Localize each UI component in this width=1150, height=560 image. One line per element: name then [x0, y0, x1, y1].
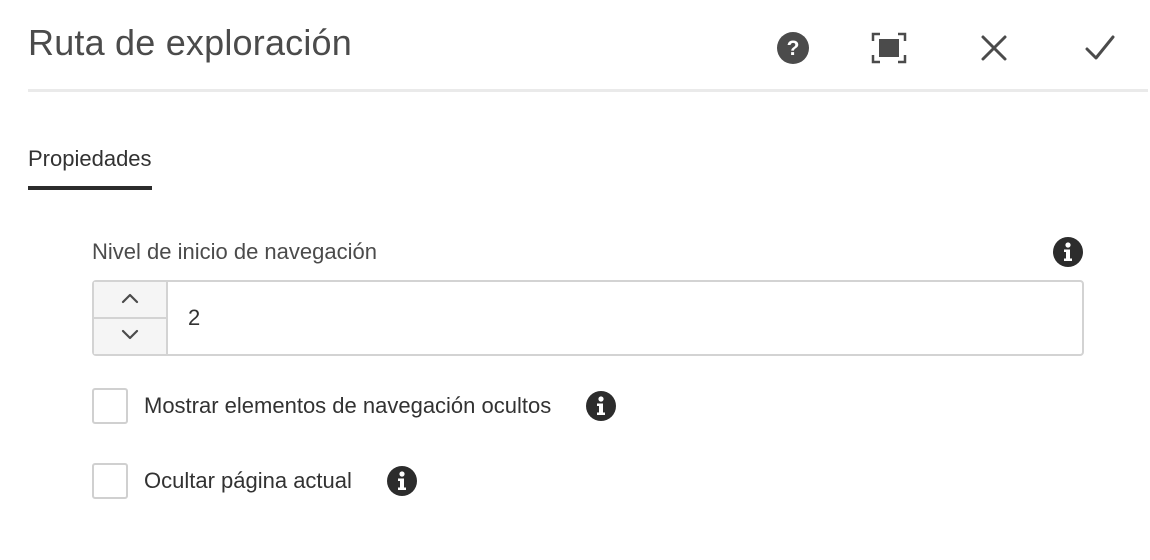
close-icon — [980, 34, 1008, 62]
tab-propiedades[interactable]: Propiedades — [28, 140, 152, 190]
breadcrumb-dialog: Ruta de exploración ? Propiedades Nivel … — [0, 0, 1150, 560]
show-hidden-label[interactable]: Mostrar elementos de navegación ocultos — [144, 393, 551, 419]
start-level-label: Nivel de inicio de navegación — [92, 239, 377, 264]
checkmark-icon — [1085, 34, 1115, 62]
tab-list: Propiedades — [28, 140, 152, 190]
hide-current-row: Ocultar página actual — [92, 463, 418, 499]
fullscreen-button[interactable] — [867, 26, 911, 70]
done-button[interactable] — [1078, 26, 1122, 70]
start-level-label-row: Nivel de inicio de navegación — [92, 236, 1084, 270]
svg-text:?: ? — [787, 37, 800, 60]
increment-button[interactable] — [94, 282, 166, 319]
info-icon[interactable] — [386, 465, 418, 497]
chevron-up-icon — [121, 291, 139, 309]
show-hidden-checkbox[interactable] — [92, 388, 128, 424]
help-icon: ? — [776, 31, 810, 65]
start-level-field: Nivel de inicio de navegación — [92, 236, 1084, 356]
start-level-numberfield — [92, 280, 1084, 356]
dialog-header: Ruta de exploración ? — [28, 0, 1148, 92]
start-level-stepper — [94, 282, 168, 354]
info-icon[interactable] — [1052, 236, 1084, 268]
chevron-down-icon — [121, 328, 139, 346]
start-level-input[interactable] — [168, 282, 1082, 354]
dialog-title: Ruta de exploración — [28, 22, 353, 63]
cancel-button[interactable] — [972, 26, 1016, 70]
show-hidden-row: Mostrar elementos de navegación ocultos — [92, 388, 617, 424]
info-icon[interactable] — [585, 390, 617, 422]
help-button[interactable]: ? — [771, 26, 815, 70]
decrement-button[interactable] — [94, 319, 166, 354]
hide-current-checkbox[interactable] — [92, 463, 128, 499]
fullscreen-icon — [871, 32, 907, 64]
hide-current-label[interactable]: Ocultar página actual — [144, 468, 352, 494]
